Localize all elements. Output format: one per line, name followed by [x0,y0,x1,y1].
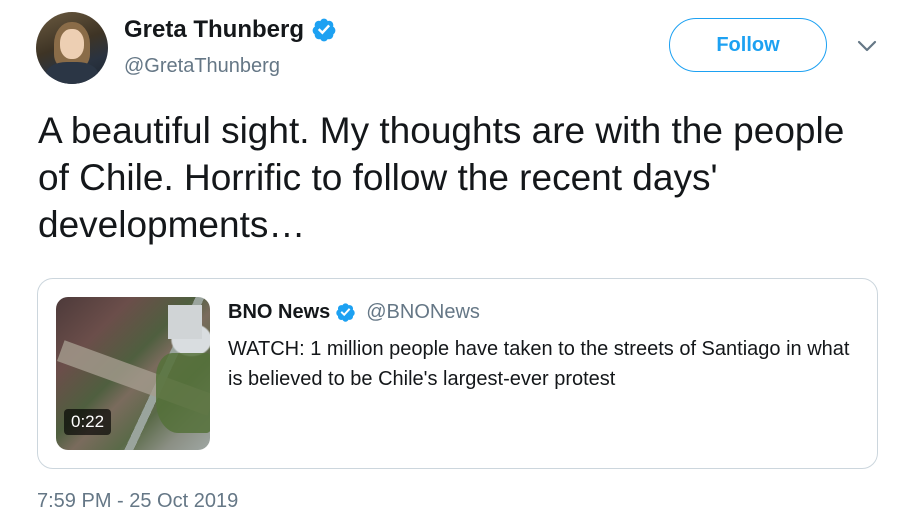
chevron-down-icon[interactable] [856,38,878,54]
author-name-row: Greta Thunberg [124,16,337,44]
tweet-text: A beautiful sight. My thoughts are with … [38,110,845,245]
tweet-timestamp[interactable]: 7:59 PM - 25 Oct 2019 [37,490,238,513]
quoted-display-name[interactable]: BNO News [228,301,330,324]
quoted-handle[interactable]: @BNONews [366,301,480,324]
thumbnail-building [168,305,202,339]
video-duration-badge: 0:22 [64,409,112,435]
avatar[interactable] [36,12,108,84]
quoted-video-thumbnail[interactable]: 0:22 [56,297,210,450]
avatar-body [46,62,98,84]
quoted-author-row: BNO News @BNONews [228,301,480,324]
follow-button[interactable]: Follow [669,18,827,72]
verified-badge-icon [336,303,355,322]
quoted-tweet-text: WATCH: 1 million people have taken to th… [228,338,850,390]
avatar-face [60,29,84,59]
verified-badge-icon [312,18,336,42]
author-display-name[interactable]: Greta Thunberg [124,16,304,44]
thumbnail-trees [156,353,210,433]
quoted-tweet-card[interactable]: 0:22 BNO News @BNONews WATCH: 1 million … [37,278,878,469]
author-handle[interactable]: @GretaThunberg [124,55,280,78]
